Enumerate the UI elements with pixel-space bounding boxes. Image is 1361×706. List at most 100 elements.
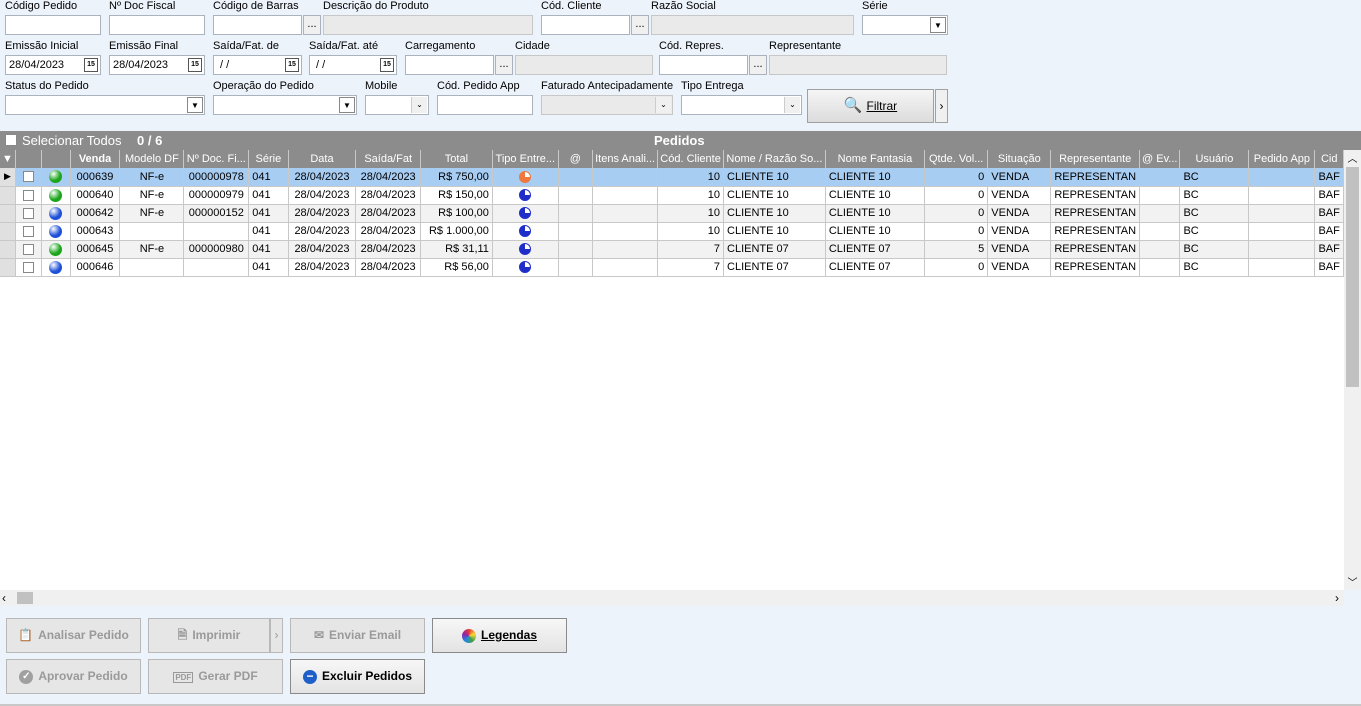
calendar-icon[interactable]: 15 bbox=[84, 58, 98, 72]
cod-cliente-input[interactable] bbox=[541, 15, 630, 35]
saida-de-input[interactable]: / / 15 bbox=[213, 55, 302, 75]
scroll-left-icon[interactable]: ‹ bbox=[2, 591, 6, 605]
status-pedido-select[interactable]: ▼ bbox=[5, 95, 205, 115]
operacao-pedido-select[interactable]: ▼ bbox=[213, 95, 357, 115]
cod-repres-input[interactable] bbox=[659, 55, 748, 75]
calendar-icon[interactable]: 15 bbox=[188, 58, 202, 72]
column-header[interactable]: @ bbox=[558, 150, 594, 168]
pie-chart-icon bbox=[519, 261, 532, 274]
carregamento-lookup-button[interactable]: ... bbox=[495, 55, 513, 75]
emissao-final-input[interactable]: 28/04/2023 15 bbox=[109, 55, 205, 75]
table-row[interactable]: 000646 041 28/04/2023 28/04/2023 R$ 56,00 7 CL… bbox=[0, 258, 1344, 277]
cell-data: 28/04/2023 bbox=[288, 204, 357, 223]
codigo-barras-lookup-button[interactable]: ... bbox=[303, 15, 321, 35]
carregamento-input[interactable] bbox=[405, 55, 494, 75]
excluir-pedidos-label: Excluir Pedidos bbox=[321, 669, 413, 683]
table-cell bbox=[1248, 204, 1316, 223]
serie-select[interactable]: ▼ bbox=[862, 15, 948, 35]
cell-repres: REPRESENTAN bbox=[1050, 168, 1141, 187]
column-header[interactable]: Situação bbox=[987, 150, 1052, 168]
horizontal-scrollbar[interactable]: ‹ › bbox=[0, 590, 1344, 606]
column-header[interactable]: Cód. Cliente bbox=[657, 150, 725, 168]
aprovar-pedido-button[interactable]: ✓ Aprovar Pedido bbox=[6, 659, 141, 694]
row-checkbox-cell[interactable] bbox=[15, 240, 43, 259]
row-checkbox[interactable] bbox=[23, 243, 35, 255]
row-checkbox-cell[interactable] bbox=[15, 204, 43, 223]
operacao-pedido-label: Operação do Pedido bbox=[213, 80, 314, 92]
select-all-checkbox[interactable] bbox=[5, 134, 17, 146]
column-header[interactable]: Cid bbox=[1314, 150, 1344, 168]
column-header[interactable]: Qtde. Vol... bbox=[924, 150, 989, 168]
column-header[interactable]: Nº Doc. Fi... bbox=[183, 150, 250, 168]
cell-repres: REPRESENTAN bbox=[1050, 240, 1141, 259]
mobile-select[interactable]: ⌄ bbox=[365, 95, 429, 115]
enviar-email-label: Enviar Email bbox=[329, 628, 402, 642]
column-header[interactable]: Tipo Entre... bbox=[492, 150, 559, 168]
scroll-up-icon[interactable]: ︿ bbox=[1344, 150, 1361, 166]
column-header[interactable]: Itens Anali... bbox=[592, 150, 659, 168]
table-row[interactable]: 000643 041 28/04/2023 28/04/2023 R$ 1.000,00… bbox=[0, 222, 1344, 241]
column-header[interactable]: Modelo DF bbox=[119, 150, 185, 168]
row-checkbox[interactable] bbox=[23, 225, 35, 237]
saida-ate-input[interactable]: / / 15 bbox=[309, 55, 397, 75]
column-header[interactable]: Data bbox=[288, 150, 357, 168]
filtrar-button[interactable]: 🔍 Filtrar bbox=[807, 89, 934, 123]
cell-nome: CLIENTE 10 bbox=[723, 168, 826, 187]
status-cell bbox=[41, 186, 71, 205]
cidade-input bbox=[515, 55, 653, 75]
row-checkbox-cell[interactable] bbox=[15, 168, 43, 187]
row-checkbox-cell[interactable] bbox=[15, 222, 43, 241]
pedidos-grid[interactable]: ▼ Venda Modelo DF Nº Doc. Fi... Série Data Saí… bbox=[0, 150, 1344, 590]
scroll-right-icon[interactable]: › bbox=[1335, 591, 1339, 605]
column-header[interactable]: @ Ev... bbox=[1139, 150, 1181, 168]
cod-repres-lookup-button[interactable]: ... bbox=[749, 55, 767, 75]
column-header[interactable]: Venda bbox=[70, 150, 121, 168]
n-doc-fiscal-input[interactable] bbox=[109, 15, 205, 35]
table-row[interactable]: 000645 NF-e 000000980 041 28/04/2023 28/04/20… bbox=[0, 240, 1344, 259]
row-checkbox-cell[interactable] bbox=[15, 186, 43, 205]
row-checkbox[interactable] bbox=[23, 189, 35, 201]
codigo-pedido-input[interactable] bbox=[5, 15, 101, 35]
table-row[interactable]: 000642 NF-e 000000152 041 28/04/2023 28/04/20… bbox=[0, 204, 1344, 223]
cod-cliente-lookup-button[interactable]: ... bbox=[631, 15, 649, 35]
scroll-down-icon[interactable]: ﹀ bbox=[1344, 574, 1361, 590]
column-header[interactable]: Representante bbox=[1050, 150, 1141, 168]
excluir-pedidos-button[interactable]: − Excluir Pedidos bbox=[290, 659, 425, 694]
row-checkbox[interactable] bbox=[23, 171, 35, 183]
enviar-email-button[interactable]: ✉ Enviar Email bbox=[290, 618, 425, 653]
table-row[interactable]: ▶ 000639 NF-e 000000978 041 28/04/2023 28/04/2… bbox=[0, 168, 1344, 187]
column-header[interactable]: Nome Fantasia bbox=[825, 150, 926, 168]
analisar-pedido-button[interactable]: 📋 Analisar Pedido bbox=[6, 618, 141, 653]
column-header[interactable]: Saída/Fat bbox=[355, 150, 421, 168]
calendar-icon[interactable]: 15 bbox=[285, 58, 299, 72]
filtrar-more-button[interactable]: › bbox=[935, 89, 948, 123]
imprimir-more-button[interactable]: › bbox=[270, 618, 283, 653]
column-header[interactable]: Total bbox=[420, 150, 493, 168]
table-row[interactable]: 000640 NF-e 000000979 041 28/04/2023 28/04/20… bbox=[0, 186, 1344, 205]
select-all-label[interactable]: Selecionar Todos bbox=[22, 133, 122, 148]
column-header[interactable]: Pedido App bbox=[1248, 150, 1316, 168]
legendas-button[interactable]: Legendas bbox=[432, 618, 567, 653]
calendar-icon[interactable]: 15 bbox=[380, 58, 394, 72]
row-checkbox[interactable] bbox=[23, 261, 35, 273]
gerar-pdf-button[interactable]: PDF Gerar PDF bbox=[148, 659, 283, 694]
vertical-scrollbar[interactable]: ︿ ﹀ bbox=[1344, 150, 1361, 590]
column-header[interactable]: Usuário bbox=[1179, 150, 1250, 168]
row-checkbox[interactable] bbox=[23, 207, 35, 219]
analisar-pedido-label: Analisar Pedido bbox=[38, 628, 129, 642]
faturado-antecipadamente-select[interactable]: ⌄ bbox=[541, 95, 673, 115]
cod-pedido-app-input[interactable] bbox=[437, 95, 533, 115]
status-ball-icon bbox=[49, 206, 63, 220]
tipo-entrega-select[interactable]: ⌄ bbox=[681, 95, 802, 115]
cell-serie: 041 bbox=[248, 222, 289, 241]
cell-venda: 000640 bbox=[70, 186, 121, 205]
row-checkbox-cell[interactable] bbox=[15, 258, 43, 277]
imprimir-button[interactable]: 🗎 Imprimir bbox=[148, 618, 270, 653]
emissao-inicial-input[interactable]: 28/04/2023 15 bbox=[5, 55, 101, 75]
razao-social-label: Razão Social bbox=[651, 0, 716, 12]
horizontal-scroll-thumb[interactable] bbox=[17, 592, 33, 604]
codigo-barras-input[interactable] bbox=[213, 15, 302, 35]
column-header[interactable]: Série bbox=[248, 150, 289, 168]
column-header[interactable]: Nome / Razão So... bbox=[723, 150, 826, 168]
vertical-scroll-thumb[interactable] bbox=[1346, 167, 1359, 387]
